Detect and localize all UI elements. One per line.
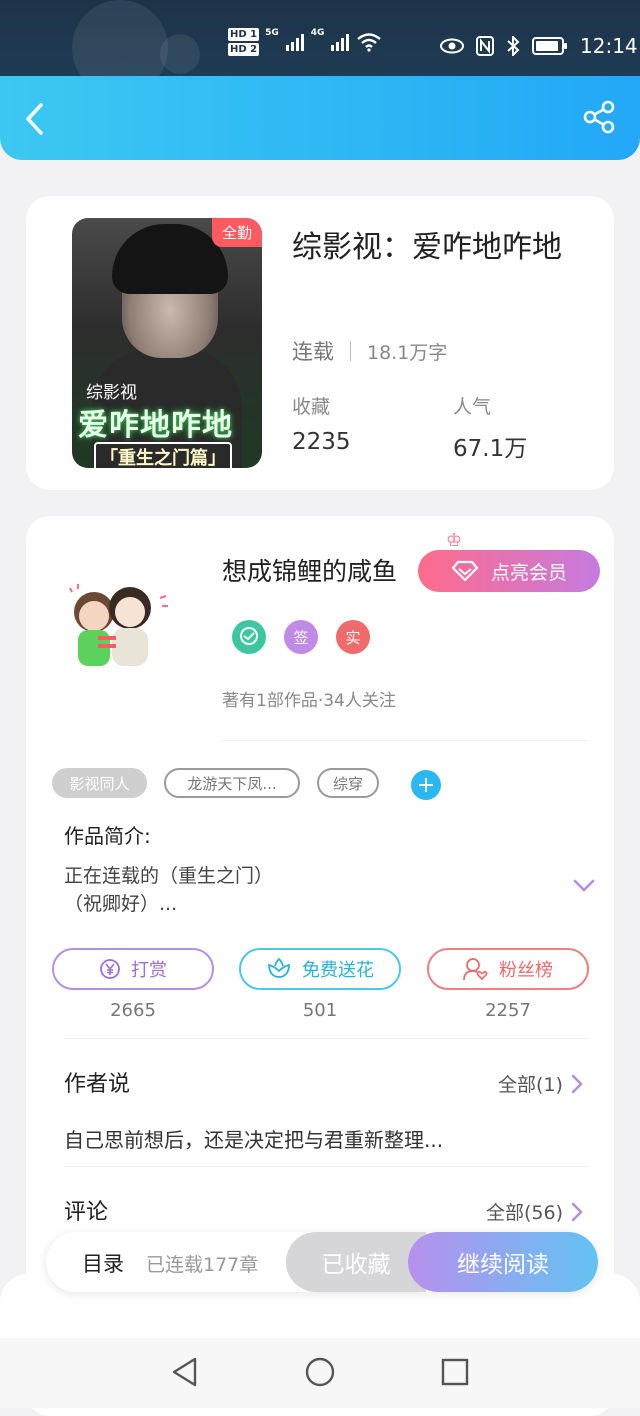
author-meta: 著有1部作品·34人关注 [222, 691, 396, 711]
signal-icon [331, 34, 350, 51]
clock: 12:14 [580, 34, 638, 58]
flower-label: 免费送花 [302, 960, 374, 981]
tag-chip[interactable]: 龙游天下凤... [164, 768, 300, 798]
bluetooth-icon [507, 36, 520, 56]
cover-tagline: 「重生之门篇」 [94, 442, 232, 468]
tip-count: 2665 [110, 1000, 156, 1021]
signal-group: HD 1 HD 2 5G 4G [228, 28, 382, 56]
home-circle-icon[interactable] [304, 1356, 336, 1388]
signal-icon [285, 34, 304, 51]
status-bar: HD 1 HD 2 5G 4G 12:14 [0, 0, 640, 96]
verified-badge[interactable]: 实 [336, 620, 370, 654]
divider [222, 740, 588, 741]
chevron-right-icon [571, 1074, 583, 1093]
stat-label: 人气 [453, 396, 492, 418]
serial-status: 连载 [292, 340, 334, 364]
chevron-left-icon[interactable] [22, 102, 48, 136]
comments-more-label: 全部(56) [486, 1202, 564, 1224]
stat-label: 收藏 [292, 396, 331, 418]
medal-icon[interactable] [232, 620, 266, 654]
share-icon[interactable] [582, 100, 616, 134]
table-of-contents-button[interactable]: 目录 [82, 1248, 124, 1278]
stat-value: 67.1万 [453, 436, 528, 462]
battery-icon [532, 37, 567, 55]
book-info-card: 全勤 综影视 爱咋地咋地 「重生之门篇」 综影视：爱咋地咋地 连载 18.1万字… [26, 196, 614, 490]
chevron-right-icon [571, 1202, 583, 1221]
comments-more[interactable]: 全部(56) [486, 1198, 583, 1225]
stat-popularity: 人气 67.1万 [453, 392, 527, 463]
cover-figure-hair [112, 224, 228, 294]
author-name[interactable]: 想成锦鲤的咸鱼 [222, 552, 397, 588]
intro-label: 作品简介: [64, 824, 151, 848]
chevron-down-icon[interactable] [572, 878, 596, 894]
eye-icon [440, 38, 464, 54]
author-says-more-label: 全部(1) [498, 1074, 563, 1096]
vip-button-label: 点亮会员 [490, 561, 567, 584]
vip-button[interactable]: 点亮会员 [418, 550, 600, 592]
book-status-row: 连载 18.1万字 [292, 336, 447, 366]
author-says-text[interactable]: 自己思前想后，还是决定把与君重新整理... [64, 1124, 443, 1153]
book-title: 综影视：爱咋地咋地 [292, 230, 562, 265]
stat-value: 2235 [292, 429, 351, 455]
decorative-blob [160, 34, 200, 74]
status-right: 12:14 [440, 34, 638, 58]
stat-favorites: 收藏 2235 [292, 392, 351, 455]
divider [64, 1166, 588, 1167]
recents-square-icon[interactable] [441, 1358, 469, 1386]
author-says-title: 作者说 [64, 1072, 131, 1097]
tag-chip[interactable]: 影视同人 [52, 768, 147, 798]
fans-label: 粉丝榜 [499, 960, 553, 981]
intro-text-line: 正在连载的（重生之门） [64, 865, 274, 887]
send-flower-button[interactable]: 免费送花 [239, 948, 401, 990]
sim1-label: HD 1 [228, 28, 260, 41]
sim2-label: HD 2 [228, 43, 260, 56]
system-nav-bar [0, 1338, 640, 1408]
cover-title: 爱咋地咋地 [78, 408, 233, 443]
nfc-icon [476, 36, 494, 56]
intro-text-line: （祝卿好）... [64, 893, 178, 915]
divider [64, 1038, 588, 1039]
back-triangle-icon[interactable] [170, 1356, 200, 1388]
fan-ranking-icon [463, 958, 488, 981]
add-tag-icon[interactable]: + [411, 770, 441, 800]
tip-label: 打赏 [131, 960, 167, 981]
diamond-icon [451, 560, 479, 582]
word-count: 18.1万字 [367, 341, 448, 364]
flower-icon [268, 957, 290, 978]
author-avatar[interactable] [50, 578, 180, 678]
yen-coin-icon [100, 959, 120, 979]
chapter-count: 已连载177章 [146, 1254, 259, 1276]
book-cover[interactable]: 全勤 综影视 爱咋地咋地 「重生之门篇」 [72, 218, 262, 468]
collected-button[interactable]: 已收藏 [286, 1232, 426, 1292]
intro-text[interactable]: 正在连载的（重生之门） （祝卿好）... [64, 862, 524, 918]
signed-badge[interactable]: 签 [284, 620, 318, 654]
fan-ranking-button[interactable]: 粉丝榜 [427, 948, 589, 990]
wifi-icon [357, 33, 382, 52]
continue-reading-button[interactable]: 继续阅读 [408, 1232, 598, 1292]
attendance-badge: 全勤 [211, 218, 262, 247]
app-header [0, 76, 640, 160]
tip-button[interactable]: 打赏 [52, 948, 214, 990]
flower-count: 501 [302, 1000, 338, 1021]
fans-count: 2257 [485, 1000, 531, 1021]
tag-chip[interactable]: 综穿 [317, 768, 379, 798]
net1-label: 5G [265, 28, 279, 38]
net2-label: 4G [310, 28, 325, 38]
author-says-more[interactable]: 全部(1) [498, 1070, 583, 1097]
bottom-action-bar: 目录 已连载177章 已收藏 继续阅读 [46, 1232, 598, 1292]
crown-icon: ♔ [446, 530, 463, 551]
comments-title: 评论 [64, 1200, 109, 1225]
divider [350, 341, 351, 361]
